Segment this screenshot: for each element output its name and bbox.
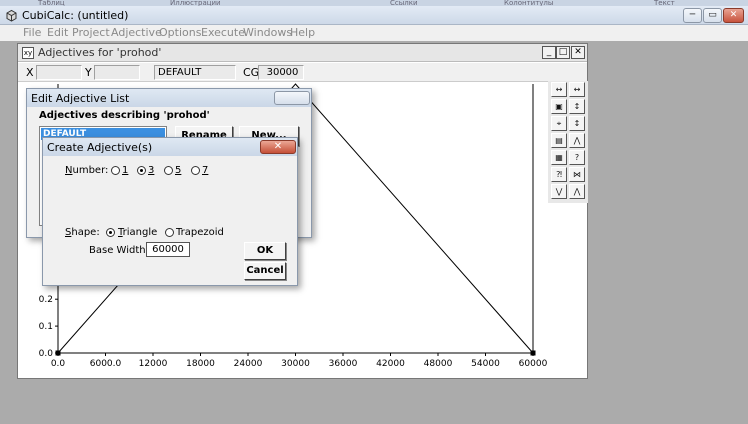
shape-option-trapezoid[interactable]: Trapezoid [176, 227, 224, 238]
x-tick-label: 48000 [424, 359, 453, 369]
create-dialog-titlebar: Create Adjective(s) ✕ [43, 138, 297, 156]
number-option-3[interactable]: 3 [148, 165, 154, 176]
vertex-handle[interactable] [530, 350, 536, 356]
number-radio-1[interactable] [111, 166, 120, 175]
ok-button[interactable]: OK [244, 242, 286, 260]
x-tick-label: 60000 [519, 359, 548, 369]
edit-dialog-titlebar: Edit Adjective List [27, 89, 311, 107]
number-radio-5[interactable] [164, 166, 173, 175]
tool-shrink-vertical-icon[interactable]: ↕ [569, 116, 585, 131]
number-option-7[interactable]: 7 [202, 165, 208, 176]
shape-option-triangle[interactable]: Triangle [118, 227, 157, 238]
tool-query-icon[interactable]: ⁈ [551, 167, 567, 182]
tool-palette: ↔ ↔ ▣ ↕ ⌖ ↕ ▤ ⋀ ▦ ? ⁈ ⋈ ⋁ ⋀ [548, 81, 588, 203]
tool-stretch-vertical-icon[interactable]: ↕ [569, 99, 585, 114]
tool-stretch-horizontal-icon[interactable]: ↔ [551, 82, 567, 97]
tool-table-icon[interactable]: ▤ [551, 133, 567, 148]
cancel-button[interactable]: Cancel [244, 262, 286, 280]
y-tick-label: 0.2 [39, 295, 53, 305]
number-label: Number: [65, 165, 109, 176]
tool-crossing-icon[interactable]: ⋈ [569, 167, 585, 182]
create-dialog-title: Create Adjective(s) [47, 141, 153, 154]
tool-grid-icon[interactable]: ▦ [551, 150, 567, 165]
number-radio-7[interactable] [191, 166, 200, 175]
tool-help-icon[interactable]: ? [569, 150, 585, 165]
number-option-5[interactable]: 5 [175, 165, 181, 176]
shape-radio-triangle[interactable] [106, 228, 115, 237]
number-radio-3[interactable] [137, 166, 146, 175]
x-tick-label: 36000 [329, 359, 358, 369]
tool-peak-icon[interactable]: ⋀ [569, 184, 585, 199]
x-tick-label: 42000 [376, 359, 405, 369]
x-tick-label: 30000 [281, 359, 310, 369]
x-tick-label: 18000 [186, 359, 215, 369]
create-dialog-close-button[interactable]: ✕ [260, 140, 296, 154]
shape-radio-trapezoid[interactable] [165, 228, 174, 237]
base-width-label: Base Width: [89, 245, 149, 256]
edit-dialog-close-button[interactable] [274, 91, 310, 105]
tool-point-icon[interactable]: ⌖ [551, 116, 567, 131]
y-tick-label: 0.1 [39, 322, 53, 332]
create-adjectives-dialog: Create Adjective(s) ✕ Number: 1 3 5 7 Sh… [42, 137, 298, 286]
vertex-handle[interactable] [55, 350, 61, 356]
x-tick-label: 12000 [139, 359, 168, 369]
tool-triangle-icon[interactable]: ⋀ [569, 133, 585, 148]
tool-v-shape-icon[interactable]: ⋁ [551, 184, 567, 199]
x-tick-label: 6000.0 [90, 359, 122, 369]
base-width-input[interactable]: 60000 [146, 242, 190, 257]
y-tick-label: 0.0 [39, 349, 54, 359]
x-tick-label: 54000 [471, 359, 500, 369]
x-tick-label: 0.0 [51, 359, 66, 369]
tool-shrink-horizontal-icon[interactable]: ↔ [569, 82, 585, 97]
tool-center-icon[interactable]: ▣ [551, 99, 567, 114]
adjectives-caption: Adjectives describing 'prohod' [39, 110, 210, 121]
edit-dialog-title: Edit Adjective List [31, 92, 130, 105]
x-tick-label: 24000 [234, 359, 263, 369]
number-option-1[interactable]: 1 [122, 165, 128, 176]
shape-label: Shape: [65, 227, 100, 238]
